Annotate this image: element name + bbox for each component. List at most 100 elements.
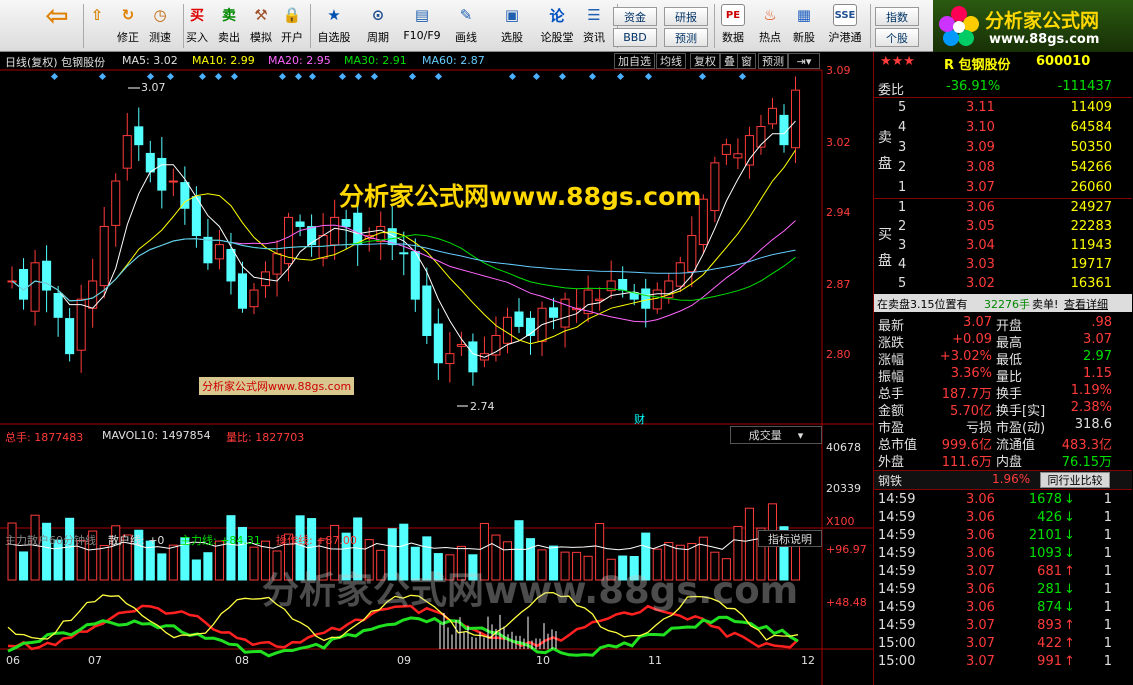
small-watermark: 分析家公式网www.88gs.com [199,377,355,395]
mini-btn-3[interactable]: BBD [613,28,657,47]
finance-marker[interactable]: 财 [634,411,645,427]
ind-ytick-1: +96.97 [826,543,867,556]
tick-price: 3.06 [966,510,995,525]
tick-row: 14:59 3.06 426 ↓ 1 [874,509,1132,527]
tick-time: 14:59 [878,582,916,597]
toolbar-btn-13[interactable]: 论论股堂 [539,4,575,50]
mini-btn-1[interactable]: 研报 [664,7,708,26]
ask-row[interactable]: 3 3.09 50350 [874,139,1132,157]
candle [318,235,328,259]
ask-volume: 50350 [1070,140,1112,155]
toolbar-btn-4[interactable]: 买买入 [179,4,215,50]
mini-btn-5[interactable]: 个股 [875,28,919,47]
toolbar-btn-5[interactable]: 卖卖出 [211,4,247,50]
kline-tool-btn[interactable]: 加自选 [614,53,655,69]
toolbar-label: 开户 [281,31,303,44]
toolbar-btn-0[interactable]: ⇦ [39,0,75,50]
bid-row[interactable]: 1 3.06 24927 [874,199,1132,217]
industry-compare-button[interactable]: 同行业比较 [1040,472,1110,488]
industry-name: 钢铁 [878,474,903,488]
refresh-icon: ↻ [121,6,135,24]
ask-row[interactable]: 2 3.08 54266 [874,159,1132,177]
toolbar-label: 画线 [455,31,477,44]
mini-btn-0[interactable]: 资金 [613,7,657,26]
candle [330,216,340,246]
candle [307,226,317,246]
watchlist-icon: ★ [327,6,341,24]
kline-tool-btn[interactable]: 均线 [656,53,686,69]
toolbar-separator [310,4,311,48]
toolbar-btn-3[interactable]: ◷ 测速 [142,4,178,50]
candle [180,182,190,209]
tick-tail: 1 [1103,492,1112,507]
tick-row: 15:00 3.07 422 ↑ 1 [874,635,1132,653]
toolbar-label: 数据 [722,31,744,44]
candle [641,288,651,309]
toolbar-label: 修正 [117,31,139,44]
hk-connect-icon: SSE [833,4,857,26]
notice-volume: 32276手 [984,298,1030,311]
stat-row: 最新 3.07 开盘 .98 [874,314,1132,334]
candle [53,292,63,318]
toolbar-btn-16[interactable]: ♨ 热点 [752,4,788,50]
toolbar-btn-15[interactable]: PE 数据 [715,4,751,50]
chart-area[interactable]: 日线(复权) 包钢股份 MA5: 3.02 MA10: 2.99 MA20: 2… [0,52,873,685]
toolbar-btn-7[interactable]: 🔒 开户 [274,4,310,50]
kline-ytick: 2.80 [826,348,851,361]
ask-row[interactable]: 5 3.11 11409 [874,99,1132,117]
bid-level: 3 [898,238,907,253]
volume-bar [191,559,201,581]
stat-row: 外盘 111.6万 内盘 76.15万 [874,450,1132,470]
bid-row[interactable]: 4 3.03 19717 [874,256,1132,274]
bid-price: 3.04 [966,238,995,253]
toolbar-label: 测速 [149,31,171,44]
ask-volume: 26060 [1070,180,1112,195]
weibi-value: -36.91% [946,79,1001,94]
news-icon: ☰ [587,6,601,24]
volume-selector[interactable]: 成交量 ▾ [730,426,822,444]
stat-value: 76.15万 [1061,455,1112,470]
bid-volume: 11943 [1070,238,1112,253]
mini-btn-2[interactable]: 指数 [875,7,919,26]
indicator-help-button[interactable]: 指标说明 [758,530,822,547]
candle [341,219,351,227]
toolbar-btn-18[interactable]: SSE 沪港通 [827,4,863,50]
candle [134,126,144,146]
buy-icon: 买 [190,8,204,24]
toolbar-btn-12[interactable]: ▣ 选股 [494,4,530,50]
tick-volume: 422 [1037,636,1062,651]
bid-row[interactable]: 2 3.05 22283 [874,218,1132,236]
tick-price: 3.07 [966,618,995,633]
ask-row[interactable]: 4 3.10 64584 [874,119,1132,137]
bid-row[interactable]: 5 3.02 16361 [874,275,1132,293]
quote-header: ★★★ R 包钢股份 600010 [874,53,1132,73]
stock-code: 600010 [1036,54,1091,69]
tick-price: 3.06 [966,492,995,507]
toolbar-btn-11[interactable]: ✎ 画线 [448,4,484,50]
notice-detail-button[interactable]: 查看详细 [1064,296,1108,312]
x-axis-label: 08 [235,654,249,667]
toolbar-btn-17[interactable]: ▦ 新股 [786,4,822,50]
toolbar-btn-8[interactable]: ★ 自选股 [316,4,352,50]
sell-side-label: 卖盘 [878,130,892,172]
ask-volume: 54266 [1070,160,1112,175]
toolbar-btn-2[interactable]: ↻ 修正 [110,4,146,50]
stat-value: 2.97 [1083,349,1112,364]
pin-icon[interactable]: ⇥▾ [788,53,820,69]
kline-tool-btn[interactable]: 窗 [737,53,756,69]
candle [272,253,282,275]
kline-tool-btn[interactable]: 预测 [758,53,788,69]
toolbar-btn-9[interactable]: ⊙ 周期 [360,4,396,50]
candle [618,279,628,291]
toolbar-btn-14[interactable]: ☰ 资讯 [576,4,612,50]
order-notice: 在卖盘3.15位置有 32276手 卖单! 查看详细 [874,294,1132,312]
tick-tail: 1 [1103,636,1112,651]
candle [226,248,236,282]
bid-row[interactable]: 3 3.04 11943 [874,237,1132,255]
toolbar-btn-10[interactable]: ▤ F10/F9 [403,4,440,50]
ask-row[interactable]: 1 3.07 26060 [874,179,1132,197]
candle [744,135,754,166]
mini-btn-4[interactable]: 预测 [664,28,708,47]
volume-bar [65,517,75,581]
kline-tool-btn[interactable]: 复权 [690,53,720,69]
